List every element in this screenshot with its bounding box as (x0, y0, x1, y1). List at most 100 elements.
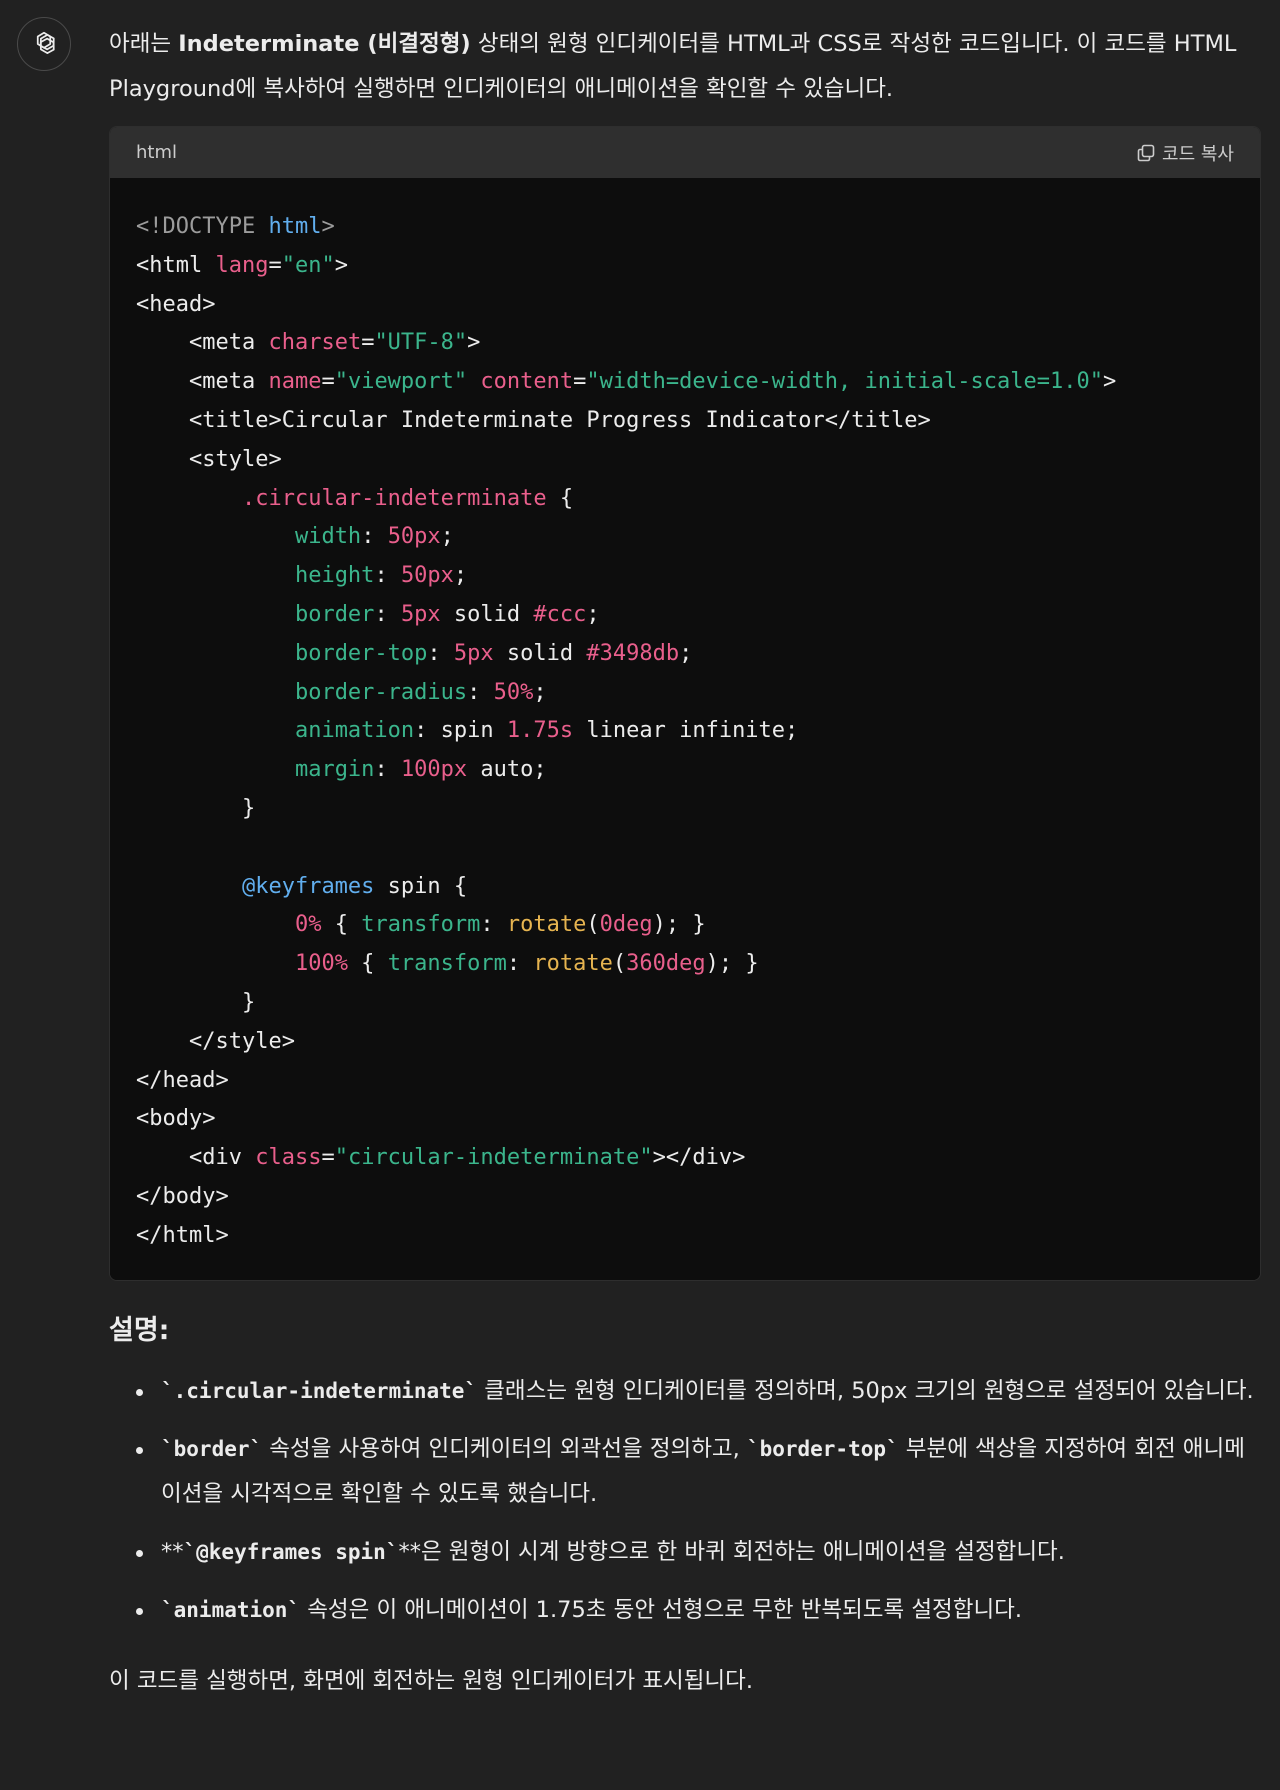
code-token: auto; (467, 757, 547, 783)
code-line: <body> (136, 1100, 1234, 1139)
code-token: ( (612, 951, 627, 977)
code-line: </body> (136, 1178, 1234, 1217)
code-token: <!DOCTYPE (136, 214, 269, 239)
inline-code: `@keyframes spin` (183, 1539, 399, 1564)
list-item-text: 클래스는 원형 인디케이터를 정의하며, 50px 크기의 원형으로 설정되어 … (477, 1377, 1254, 1404)
code-token: "UTF-8" (374, 330, 468, 356)
code-line: <style> (136, 441, 1234, 480)
list-item: `border` 속성을 사용하여 인디케이터의 외곽선을 정의하고, `bor… (136, 1427, 1259, 1517)
code-line: <title>Circular Indeterminate Progress I… (136, 402, 1234, 441)
copy-icon (1137, 144, 1155, 161)
code-line: 100% { transform: rotate(360deg); } (136, 945, 1234, 984)
code-block-header: html 코드 복사 (110, 127, 1260, 178)
code-token: <head> (136, 291, 216, 317)
code-line: } (136, 984, 1234, 1023)
code-token: <meta (188, 369, 269, 395)
code-token: </style> (188, 1028, 295, 1054)
code-token: 5px (400, 601, 441, 627)
code-token: </body> (136, 1183, 229, 1209)
code-line: @keyframes spin { (136, 868, 1234, 907)
code-token: </head> (136, 1067, 229, 1093)
code-token: "viewport" (334, 369, 468, 395)
code-token: : spin (414, 718, 507, 744)
copy-code-button[interactable]: 코드 복사 (1136, 140, 1234, 166)
code-token: ></div> (652, 1145, 746, 1171)
list-item: `animation` 속성은 이 애니메이션이 1.75초 동안 선형으로 무… (136, 1588, 1259, 1633)
inline-code: `.circular-indeterminate` (161, 1378, 478, 1403)
code-token: 1.75s (506, 718, 574, 744)
code-token: > (321, 214, 335, 239)
code-token: 0deg (599, 912, 653, 938)
code-token: 50% (493, 679, 534, 705)
code-line: </head> (136, 1062, 1234, 1101)
code-token: : (467, 679, 494, 705)
code-token: </title> (824, 407, 931, 433)
code-token: > (334, 252, 348, 278)
code-token: rotate (533, 951, 613, 977)
list-item-text: **은 원형이 시계 방향으로 한 바퀴 회전하는 애니메이션을 설정합니다. (398, 1538, 1065, 1565)
inline-code: `border` (161, 1436, 263, 1461)
code-token: : (506, 951, 534, 977)
code-token: = (321, 369, 335, 395)
code-token: ; (586, 601, 600, 627)
copy-code-label: 코드 복사 (1162, 143, 1234, 165)
code-line: border-top: 5px solid #3498db; (136, 635, 1234, 674)
code-token: <title> (188, 407, 282, 433)
explanation-list: `.circular-indeterminate` 클래스는 원형 인디케이터를… (109, 1369, 1259, 1633)
code-token: : (374, 563, 401, 589)
code-token: height (294, 563, 375, 589)
list-item-text: 속성은 이 애니메이션이 1.75초 동안 선형으로 무한 반복되도록 설정합니… (300, 1596, 1022, 1623)
openai-logo-icon (36, 31, 55, 55)
code-token: "circular-indeterminate" (334, 1145, 653, 1171)
code-token: ; (679, 640, 693, 666)
code-line: <div class="circular-indeterminate"></di… (136, 1139, 1234, 1178)
code-token: #ccc (533, 601, 587, 627)
code-token: : (374, 601, 401, 627)
code-token: content (480, 369, 574, 395)
code-line: border-radius: 50%; (136, 674, 1234, 713)
code-token: ; (440, 524, 454, 550)
code-token: name (268, 369, 322, 395)
code-token: border-top (294, 640, 428, 666)
code-token: <meta (188, 330, 269, 356)
inline-code: `animation` (161, 1597, 301, 1622)
code-token: ; (533, 679, 547, 705)
code-token: charset (268, 330, 362, 356)
code-token: rotate (506, 912, 587, 938)
code-token: width (294, 524, 362, 550)
code-token: = (361, 330, 375, 356)
code-token: 360deg (626, 951, 706, 977)
code-token: = (268, 252, 282, 278)
closing-paragraph: 이 코드를 실행하면, 화면에 회전하는 원형 인디케이터가 표시됩니다. (109, 1667, 753, 1694)
code-token: { (321, 912, 362, 938)
code-token: = (573, 369, 587, 395)
code-token: 50px (400, 563, 454, 589)
code-token: margin (294, 757, 375, 783)
intro-prefix: 아래는 (109, 31, 179, 57)
assistant-message: 아래는 Indeterminate (비결정형) 상태의 원형 인디케이터를 H… (109, 22, 1261, 1704)
code-line: <meta name="viewport" content="width=dev… (136, 363, 1234, 402)
code-token: : (374, 757, 401, 783)
code-token: class (255, 1145, 322, 1171)
code-line: <!DOCTYPE html> (136, 208, 1234, 247)
code-token: "width=device-width, initial-scale=1.0" (586, 369, 1103, 395)
code-token: } (136, 795, 256, 821)
code-content[interactable]: <!DOCTYPE html> <html lang="en"> <head> <m… (110, 178, 1260, 1280)
code-token: <div (188, 1145, 256, 1171)
list-item-text: ** (161, 1538, 184, 1565)
code-token: solid (493, 640, 587, 666)
code-token: 100% (294, 951, 348, 977)
